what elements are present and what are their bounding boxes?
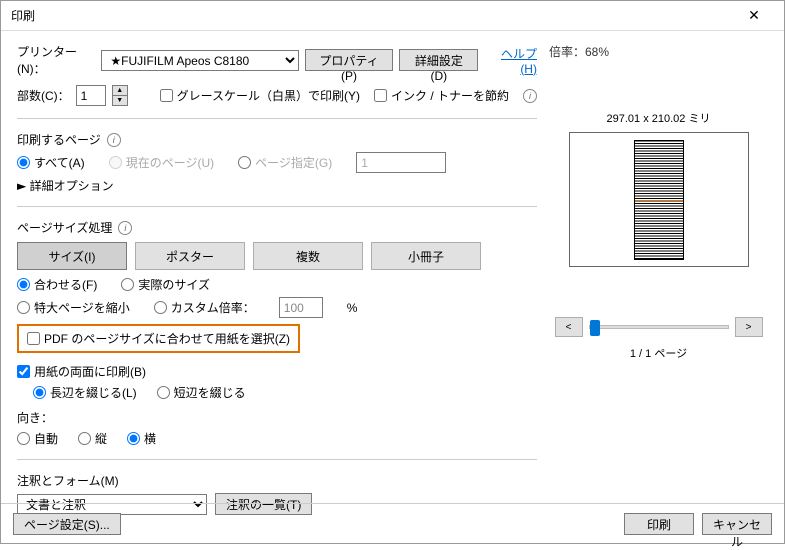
printer-label: プリンター(N)： xyxy=(17,43,95,77)
short-edge-radio[interactable]: 短辺を綴じる xyxy=(157,384,246,401)
grayscale-checkbox[interactable]: グレースケール（白黒）で印刷(Y) xyxy=(160,87,360,104)
titlebar: 印刷 ✕ xyxy=(1,1,784,31)
cancel-button[interactable]: キャンセル xyxy=(702,513,772,535)
dialog-title: 印刷 xyxy=(11,7,734,24)
tab-multi[interactable]: 複数 xyxy=(253,242,363,270)
page-slider[interactable] xyxy=(589,325,729,329)
scale-label: 倍率：68% xyxy=(549,43,768,60)
pages-current-radio: 現在のページ(U) xyxy=(109,154,214,171)
printer-select[interactable]: ★FUJIFILM Apeos C8180 xyxy=(101,50,298,71)
page-indicator: 1 / 1 ページ xyxy=(549,345,768,361)
preview-box xyxy=(569,132,749,267)
fit-radio[interactable]: 合わせる(F) xyxy=(17,276,97,293)
pages-fieldset: 印刷するページ i すべて(A) 現在のページ(U) ページ指定(G) ▶ 詳細… xyxy=(17,131,537,194)
orient-auto-radio[interactable]: 自動 xyxy=(17,430,58,447)
save-ink-checkbox[interactable]: インク / トナーを節約 xyxy=(374,87,509,104)
sizing-fieldset: ページサイズ処理 i サイズ(I) ポスター 複数 小冊子 合わせる(F) 実際… xyxy=(17,219,537,447)
page-setup-button[interactable]: ページ設定(S)... xyxy=(13,513,121,535)
comments-title: 注釈とフォーム(M) xyxy=(17,472,537,489)
properties-button[interactable]: プロパティ(P) xyxy=(305,49,394,71)
duplex-checkbox[interactable]: 用紙の両面に印刷(B) xyxy=(17,363,537,380)
orient-portrait-radio[interactable]: 縦 xyxy=(78,430,107,447)
tab-size[interactable]: サイズ(I) xyxy=(17,242,127,270)
more-options-toggle[interactable]: ▶ 詳細オプション xyxy=(17,179,114,193)
copies-input[interactable] xyxy=(76,85,106,106)
close-icon[interactable]: ✕ xyxy=(734,7,774,24)
info-icon[interactable]: i xyxy=(523,89,537,103)
actual-radio[interactable]: 実際のサイズ xyxy=(121,276,210,293)
help-link[interactable]: ヘルプ(H) xyxy=(490,45,537,76)
orient-title: 向き： xyxy=(17,411,53,425)
pages-range-radio[interactable]: ページ指定(G) xyxy=(238,154,332,171)
shrink-radio[interactable]: 特大ページを縮小 xyxy=(17,299,130,316)
advanced-button[interactable]: 詳細設定(D) xyxy=(399,49,478,71)
custom-radio[interactable]: カスタム倍率： xyxy=(154,299,255,316)
prev-page-button[interactable]: < xyxy=(555,317,583,337)
pdf-paper-checkbox[interactable]: PDF のページサイズに合わせて用紙を選択(Z) xyxy=(27,330,290,347)
tab-poster[interactable]: ポスター xyxy=(135,242,245,270)
pages-title: 印刷するページ xyxy=(17,131,101,148)
print-button[interactable]: 印刷 xyxy=(624,513,694,535)
tab-booklet[interactable]: 小冊子 xyxy=(371,242,481,270)
info-icon[interactable]: i xyxy=(118,221,132,235)
next-page-button[interactable]: > xyxy=(735,317,763,337)
copies-spinner[interactable]: ▲▼ xyxy=(112,85,128,106)
info-icon[interactable]: i xyxy=(107,133,121,147)
custom-scale-input xyxy=(279,297,323,318)
pages-all-radio[interactable]: すべて(A) xyxy=(17,154,85,171)
preview-document xyxy=(634,140,684,260)
copies-label: 部数(C)： xyxy=(17,87,70,104)
percent-label: % xyxy=(347,301,358,315)
preview-dimensions: 297.01 x 210.02 ミリ xyxy=(549,110,768,126)
orient-landscape-radio[interactable]: 横 xyxy=(127,430,156,447)
pages-range-input xyxy=(356,152,446,173)
long-edge-radio[interactable]: 長辺を綴じる(L) xyxy=(33,384,137,401)
sizing-title: ページサイズ処理 xyxy=(17,219,112,236)
